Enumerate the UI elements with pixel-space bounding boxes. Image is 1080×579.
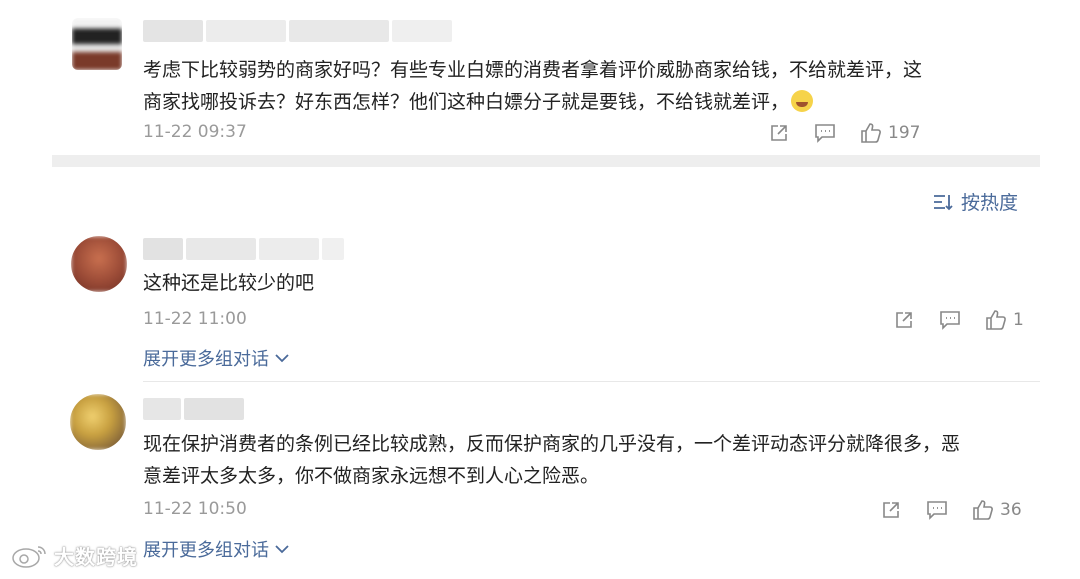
comment-text: 这种还是比较少的吧 (143, 267, 314, 299)
comment-text-line: 商家找哪投诉去？好东西怎样？他们这种白嫖分子就是要钱，不给钱就差评， (143, 86, 922, 118)
expand-label: 展开更多组对话 (143, 349, 269, 370)
reply-icon[interactable] (939, 309, 961, 331)
avatar[interactable] (71, 236, 127, 292)
expand-label: 展开更多组对话 (143, 540, 269, 561)
expand-conversation-link[interactable]: 展开更多组对话 (143, 345, 289, 371)
timestamp: 11-22 10:50 (143, 499, 247, 519)
like-count: 36 (1000, 500, 1022, 520)
expand-conversation-link[interactable]: 展开更多组对话 (143, 536, 289, 562)
comment-actions: 197 (768, 120, 920, 146)
reply-icon[interactable] (926, 499, 948, 521)
like-count: 197 (888, 123, 921, 143)
like-icon[interactable] (972, 499, 994, 521)
watermark-text: 大数跨境 (54, 545, 138, 569)
section-divider (52, 155, 1040, 167)
comment-text-line: 考虑下比较弱势的商家好吗？有些专业白嫖的消费者拿着评价威胁商家给钱，不给就差评，… (143, 59, 923, 81)
comment-text-line: 意差评太多太多，你不做商家永远想不到人心之险恶。 (143, 465, 600, 487)
username-blurred[interactable] (143, 238, 347, 260)
sort-label: 按热度 (960, 192, 1018, 214)
comment-text-line: 现在保护消费者的条例已经比较成熟，反而保护商家的几乎没有，一个差评动态评分就降很… (143, 433, 961, 455)
sort-button[interactable]: 按热度 (933, 188, 1018, 215)
divider (143, 381, 1040, 382)
timestamp: 11-22 11:00 (143, 309, 247, 329)
chevron-down-icon (275, 354, 289, 363)
comment-actions: 1 (893, 307, 1024, 333)
comment-text-line: 这种还是比较少的吧 (143, 272, 315, 294)
share-icon[interactable] (893, 309, 915, 331)
timestamp: 11-22 09:37 (143, 122, 247, 142)
avatar[interactable] (70, 394, 126, 450)
username-blurred[interactable] (143, 20, 455, 42)
share-icon[interactable] (768, 122, 790, 144)
comment-actions: 36 (880, 497, 1022, 523)
comment-text: 考虑下比较弱势的商家好吗？有些专业白嫖的消费者拿着评价威胁商家给钱，不给就差评，… (143, 54, 922, 118)
sort-icon (933, 194, 953, 210)
username-blurred[interactable] (143, 398, 247, 420)
watermark: 大数跨境 (10, 541, 138, 570)
like-icon[interactable] (860, 122, 882, 144)
reply-icon[interactable] (814, 122, 836, 144)
chevron-down-icon (275, 545, 289, 554)
weibo-logo-icon (12, 545, 46, 568)
share-icon[interactable] (880, 499, 902, 521)
like-count: 1 (1013, 310, 1024, 330)
laugh-cry-emoji-icon (791, 90, 814, 112)
avatar[interactable] (72, 18, 122, 70)
comment-text: 现在保护消费者的条例已经比较成熟，反而保护商家的几乎没有，一个差评动态评分就降很… (143, 428, 960, 492)
like-icon[interactable] (985, 309, 1007, 331)
